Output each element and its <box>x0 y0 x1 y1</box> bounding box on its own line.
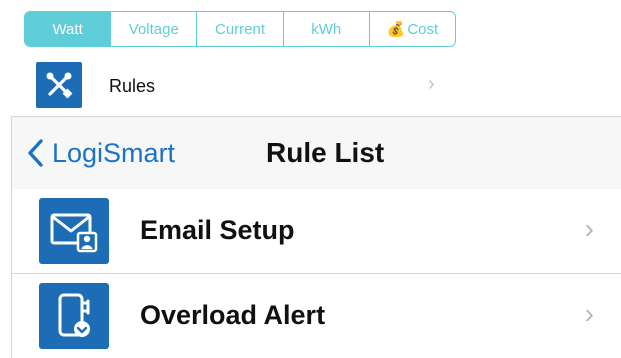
chevron-right-icon: › <box>428 73 435 95</box>
rules-row[interactable]: Rules › <box>0 58 460 110</box>
chevron-left-icon <box>28 139 43 167</box>
list-item-email-setup[interactable]: Email Setup › <box>12 189 621 273</box>
navigation-bar: LogiSmart Rule List <box>11 116 621 190</box>
page-title: Rule List <box>266 137 385 168</box>
money-bag-icon: 💰 <box>386 21 406 38</box>
chevron-right-icon: › <box>584 213 594 244</box>
rule-list: Email Setup › Overload Alert › <box>11 189 621 358</box>
email-user-icon <box>39 198 109 264</box>
tab-watt[interactable]: Watt <box>25 12 111 46</box>
tools-icon <box>36 62 82 108</box>
tab-current[interactable]: Current <box>196 12 282 46</box>
list-item-label: Email Setup <box>140 215 295 245</box>
chevron-right-icon: › <box>584 298 594 329</box>
back-button[interactable]: LogiSmart <box>26 135 175 171</box>
plug-alert-icon <box>39 283 109 349</box>
list-item-label: Overload Alert <box>140 300 326 330</box>
rules-label: Rules <box>109 76 156 96</box>
tab-voltage[interactable]: Voltage <box>110 12 196 46</box>
tab-kwh[interactable]: kWh <box>282 12 369 46</box>
back-label: LogiSmart <box>52 137 176 168</box>
list-item-overload-alert[interactable]: Overload Alert › <box>12 273 621 358</box>
metric-segmented-control: Watt Voltage Current kWh 💰 Cost <box>24 11 456 47</box>
tab-cost[interactable]: 💰 Cost <box>368 12 455 46</box>
